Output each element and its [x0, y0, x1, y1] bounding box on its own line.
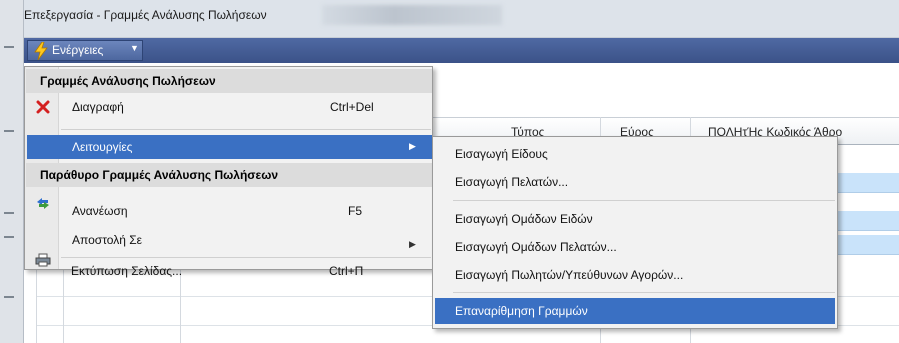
chevron-down-icon: ▼: [130, 43, 139, 53]
menu-item-label: Αποστολή Σε: [72, 233, 142, 247]
menu-separator: [453, 200, 835, 201]
actions-label: Ενέργειες: [52, 43, 104, 57]
submenu-arrow-icon: ▶: [409, 141, 416, 151]
menu-item-label: Ανανέωση: [72, 204, 128, 218]
frame-mark: [4, 46, 14, 48]
frame-mark: [4, 130, 14, 132]
menu-item-label: Διαγραφή: [72, 100, 124, 114]
printer-icon: [35, 253, 51, 267]
frame-mark: [4, 296, 14, 298]
delete-x-icon: [36, 100, 50, 114]
menu-separator: [453, 292, 835, 293]
title-blur: [322, 5, 502, 25]
menu-separator: [61, 257, 431, 258]
menu-item-print-page[interactable]: [27, 239, 61, 269]
window-title: Επεξεργασία - Γραμμές Ανάλυσης Πωλήσεων: [24, 8, 267, 22]
submenu-arrow-icon: ▶: [409, 239, 416, 249]
menu-shortcut: Ctrl+Del: [330, 100, 374, 114]
functions-submenu: Εισαγωγή Είδους Εισαγωγή Πελατών... Εισα…: [432, 136, 838, 329]
menu-separator: [61, 129, 431, 130]
menu-section-header: Γραμμές Ανάλυσης Πωλήσεων: [26, 69, 432, 93]
actions-dropdown-menu: Γραμμές Ανάλυσης Πωλήσεων Διαγραφή Ctrl+…: [24, 66, 433, 270]
action-toolbar: Ενέργειες ▼: [24, 38, 899, 63]
left-frame: [0, 0, 24, 343]
frame-mark: [4, 212, 14, 214]
window-titlebar: Επεξεργασία - Γραμμές Ανάλυσης Πωλήσεων: [0, 0, 899, 38]
submenu-item-label: Εισαγωγή Ομάδων Ειδών: [455, 212, 593, 226]
menu-item-label: Λειτουργίες: [72, 140, 133, 154]
menu-shortcut: Ctrl+Π: [329, 264, 364, 278]
menu-item-label: Εκτύπωση Σελίδας...: [71, 264, 183, 278]
submenu-item-label: Επαναρίθμηση Γραμμών: [455, 304, 588, 318]
submenu-item-label: Εισαγωγή Πωλητών/Υπεύθυνων Αγορών...: [455, 268, 684, 282]
submenu-item-label: Εισαγωγή Ομάδων Πελατών...: [455, 240, 617, 254]
actions-menu-button[interactable]: Ενέργειες ▼: [27, 40, 143, 61]
submenu-item-label: Εισαγωγή Πελατών...: [455, 175, 569, 189]
frame-mark: [4, 236, 14, 238]
menu-shortcut: F5: [348, 204, 363, 218]
menu-section-header: Παράθυρο Γραμμές Ανάλυσης Πωλήσεων: [26, 163, 432, 187]
refresh-icon: [37, 198, 49, 209]
submenu-item-label: Εισαγωγή Είδους: [455, 147, 548, 161]
lightning-bolt-icon: [34, 42, 48, 60]
